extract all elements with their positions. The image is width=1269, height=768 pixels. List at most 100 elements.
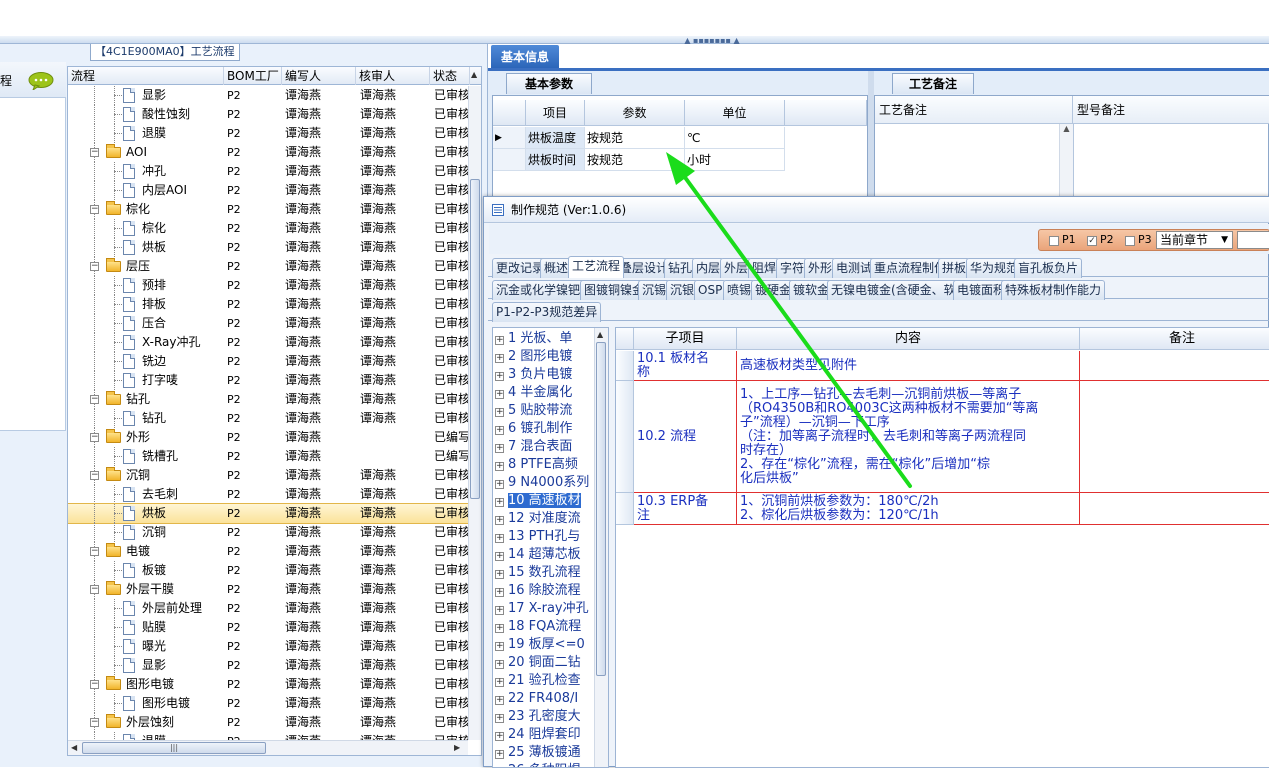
chapter-item[interactable]: +4 半金属化 xyxy=(495,384,572,402)
content-header-content[interactable]: 内容 xyxy=(737,328,1080,350)
scroll-right-icon[interactable]: ▶ xyxy=(454,743,460,752)
process-tree-grid[interactable]: 流程 BOM工厂 编写人 核审人 状态 显影 P2 谭海燕 谭海燕 已审核 酸性蚀刻 P2 谭… xyxy=(67,66,482,756)
sub-item-cell[interactable]: 10.3 ERP备注 xyxy=(634,493,737,525)
content-cell[interactable]: 1、上工序—钻孔—去毛刺—沉铜前烘板—等离子 （RO4350B和RO4003C这两… xyxy=(737,381,1080,493)
expand-icon[interactable]: + xyxy=(495,426,504,435)
tree-leaf-row[interactable]: X-Ray冲孔 P2 谭海燕 谭海燕 已审核 xyxy=(68,333,468,352)
chapter-item[interactable]: +9 N4000系列 xyxy=(495,474,589,492)
expand-icon[interactable]: + xyxy=(495,606,504,615)
sub-item-cell[interactable]: 10.2 流程 xyxy=(634,381,737,493)
column-header-reviewer[interactable]: 核审人 xyxy=(356,67,430,85)
collapse-icon[interactable]: − xyxy=(90,471,99,480)
tab-spec-item[interactable]: 特殊板材制作能力 xyxy=(1001,280,1106,300)
expand-icon[interactable]: + xyxy=(495,588,504,597)
dialog-titlebar[interactable]: 制作规范 (Ver:1.0.6) xyxy=(484,197,1269,223)
chapter-item[interactable]: +10 高速板材 xyxy=(495,492,581,510)
tree-leaf-row[interactable]: 外层前处理 P2 谭海燕 谭海燕 已审核 xyxy=(68,599,468,618)
tree-folder-row[interactable]: − 外层蚀刻 P2 谭海燕 谭海燕 已审核 xyxy=(68,713,468,732)
column-header-flow[interactable]: 流程 xyxy=(68,67,224,85)
tree-leaf-row[interactable]: 板镀 P2 谭海燕 谭海燕 已审核 xyxy=(68,561,468,580)
collapse-icon[interactable]: − xyxy=(90,148,99,157)
tree-leaf-row[interactable]: 烘板 P2 谭海燕 谭海燕 已审核 xyxy=(68,503,468,524)
expand-icon[interactable]: + xyxy=(495,552,504,561)
column-header-writer[interactable]: 编写人 xyxy=(282,67,356,85)
tab-basic-params[interactable]: 基本参数 xyxy=(506,73,592,94)
tree-folder-row[interactable]: − 钻孔 P2 谭海燕 谭海燕 已审核 xyxy=(68,390,468,409)
expand-icon[interactable]: + xyxy=(495,498,504,507)
tab-spec-item[interactable]: 盲孔板负片 xyxy=(1014,258,1083,278)
sub-item-cell[interactable]: 10.1 板材名称 xyxy=(634,351,737,381)
tree-leaf-row[interactable]: 压合 P2 谭海燕 谭海燕 已审核 xyxy=(68,314,468,333)
tree-leaf-row[interactable]: 打字唛 P2 谭海燕 谭海燕 已审核 xyxy=(68,371,468,390)
column-header-status[interactable]: 状态 xyxy=(430,67,470,85)
chapter-item[interactable]: +26 多种阻焊 xyxy=(495,762,581,767)
expand-icon[interactable]: + xyxy=(495,372,504,381)
collapse-icon[interactable]: − xyxy=(90,433,99,442)
scroll-left-icon[interactable]: ◀ xyxy=(71,743,77,752)
params-header-unit[interactable]: 单位 xyxy=(685,100,785,126)
chapter-select[interactable]: 当前章节 ▼ xyxy=(1156,231,1233,249)
chapter-item[interactable]: +5 贴胶带流 xyxy=(495,402,572,420)
chapter-item[interactable]: +8 PTFE高频 xyxy=(495,456,578,474)
expand-icon[interactable]: + xyxy=(495,534,504,543)
expand-icon[interactable]: + xyxy=(495,660,504,669)
params-item[interactable]: 烘板温度 xyxy=(526,127,585,149)
content-header-sub[interactable]: 子项目 xyxy=(634,328,737,350)
scroll-up-icon[interactable]: ▲ xyxy=(471,70,477,79)
expand-icon[interactable]: + xyxy=(495,390,504,399)
tab-spec-item[interactable]: P1-P2-P3规范差异 xyxy=(492,302,602,322)
tree-leaf-row[interactable]: 棕化 P2 谭海燕 谭海燕 已审核 xyxy=(68,219,468,238)
collapse-icon[interactable]: − xyxy=(90,205,99,214)
chapter-item[interactable]: +23 孔密度大 xyxy=(495,708,581,726)
expand-icon[interactable]: + xyxy=(495,444,504,453)
expand-icon[interactable]: + xyxy=(495,354,504,363)
expand-icon[interactable]: + xyxy=(495,570,504,579)
expand-icon[interactable]: + xyxy=(495,678,504,687)
column-header-bom[interactable]: BOM工厂 xyxy=(224,67,282,85)
chapter-item[interactable]: +20 铜面二钻 xyxy=(495,654,581,672)
params-grid[interactable]: 项目 参数 单位 ▶ 烘板温度 按规范 ℃ 烘板时间 按规范 小时 xyxy=(492,95,868,201)
tree-leaf-row[interactable]: 烘板 P2 谭海燕 谭海燕 已审核 xyxy=(68,238,468,257)
tree-folder-row[interactable]: − 沉铜 P2 谭海燕 谭海燕 已审核 xyxy=(68,466,468,485)
scroll-up-icon[interactable]: ▲ xyxy=(597,330,603,339)
p1-checkbox[interactable] xyxy=(1049,236,1059,246)
expand-icon[interactable]: + xyxy=(495,462,504,471)
tree-leaf-row[interactable]: 贴膜 P2 谭海燕 谭海燕 已审核 xyxy=(68,618,468,637)
content-cell[interactable]: 1、沉铜前烘板参数为：180℃/2h 2、棕化后烘板参数为：120℃/1h xyxy=(737,493,1080,525)
collapse-icon[interactable]: − xyxy=(90,547,99,556)
chapter-item[interactable]: +17 X-ray冲孔 xyxy=(495,600,589,618)
content-cell[interactable]: 高速板材类型见附件 xyxy=(737,351,1080,381)
params-value[interactable]: 按规范 xyxy=(585,127,685,149)
expand-icon[interactable]: + xyxy=(495,750,504,759)
expand-icon[interactable]: + xyxy=(495,642,504,651)
collapse-icon[interactable]: − xyxy=(90,680,99,689)
tree-leaf-row[interactable]: 铣边 P2 谭海燕 谭海燕 已审核 xyxy=(68,352,468,371)
chapter-item[interactable]: +3 负片电镀 xyxy=(495,366,572,384)
chapter-tree[interactable]: +1 光板、单 +2 图形电镀 +3 负片电镀 +4 半金属化 +5 贴胶带流 +6 镀孔… xyxy=(492,327,609,768)
expand-icon[interactable]: + xyxy=(495,408,504,417)
tab-spec-item[interactable]: 工艺流程 xyxy=(568,256,625,278)
params-unit[interactable]: ℃ xyxy=(685,127,785,149)
tree-leaf-row[interactable]: 冲孔 P2 谭海燕 谭海燕 已审核 xyxy=(68,162,468,181)
chapter-item[interactable]: +2 图形电镀 xyxy=(495,348,572,366)
chapter-scroll-thumb[interactable] xyxy=(596,342,606,676)
tree-leaf-row[interactable]: 显影 P2 谭海燕 谭海燕 已审核 xyxy=(68,656,468,675)
params-item[interactable]: 烘板时间 xyxy=(526,149,585,171)
vertical-scroll-thumb[interactable] xyxy=(470,179,480,499)
tree-folder-row[interactable]: − 外形 P2 谭海燕 已编写 xyxy=(68,428,468,447)
notes-scrollbar[interactable]: ▲ xyxy=(1059,124,1073,202)
collapse-icon[interactable]: − xyxy=(90,395,99,404)
tree-folder-row[interactable]: − 棕化 P2 谭海燕 谭海燕 已审核 xyxy=(68,200,468,219)
tab-basic-info[interactable]: 基本信息 xyxy=(491,45,559,69)
top-splitter[interactable] xyxy=(0,36,1269,44)
expand-icon[interactable]: + xyxy=(495,480,504,489)
tree-leaf-row[interactable]: 曝光 P2 谭海燕 谭海燕 已审核 xyxy=(68,637,468,656)
tree-leaf-row[interactable]: 退膜P2谭海燕谭海燕已审核 xyxy=(68,732,468,740)
tree-folder-row[interactable]: − 层压 P2 谭海燕 谭海燕 已审核 xyxy=(68,257,468,276)
expand-icon[interactable]: + xyxy=(495,732,504,741)
chat-bubble-icon[interactable] xyxy=(28,72,54,90)
content-header-note[interactable]: 备注 xyxy=(1080,328,1269,350)
collapse-icon[interactable]: − xyxy=(90,585,99,594)
chapter-item[interactable]: +24 阻焊套印 xyxy=(495,726,581,744)
note-cell[interactable] xyxy=(1080,493,1269,525)
